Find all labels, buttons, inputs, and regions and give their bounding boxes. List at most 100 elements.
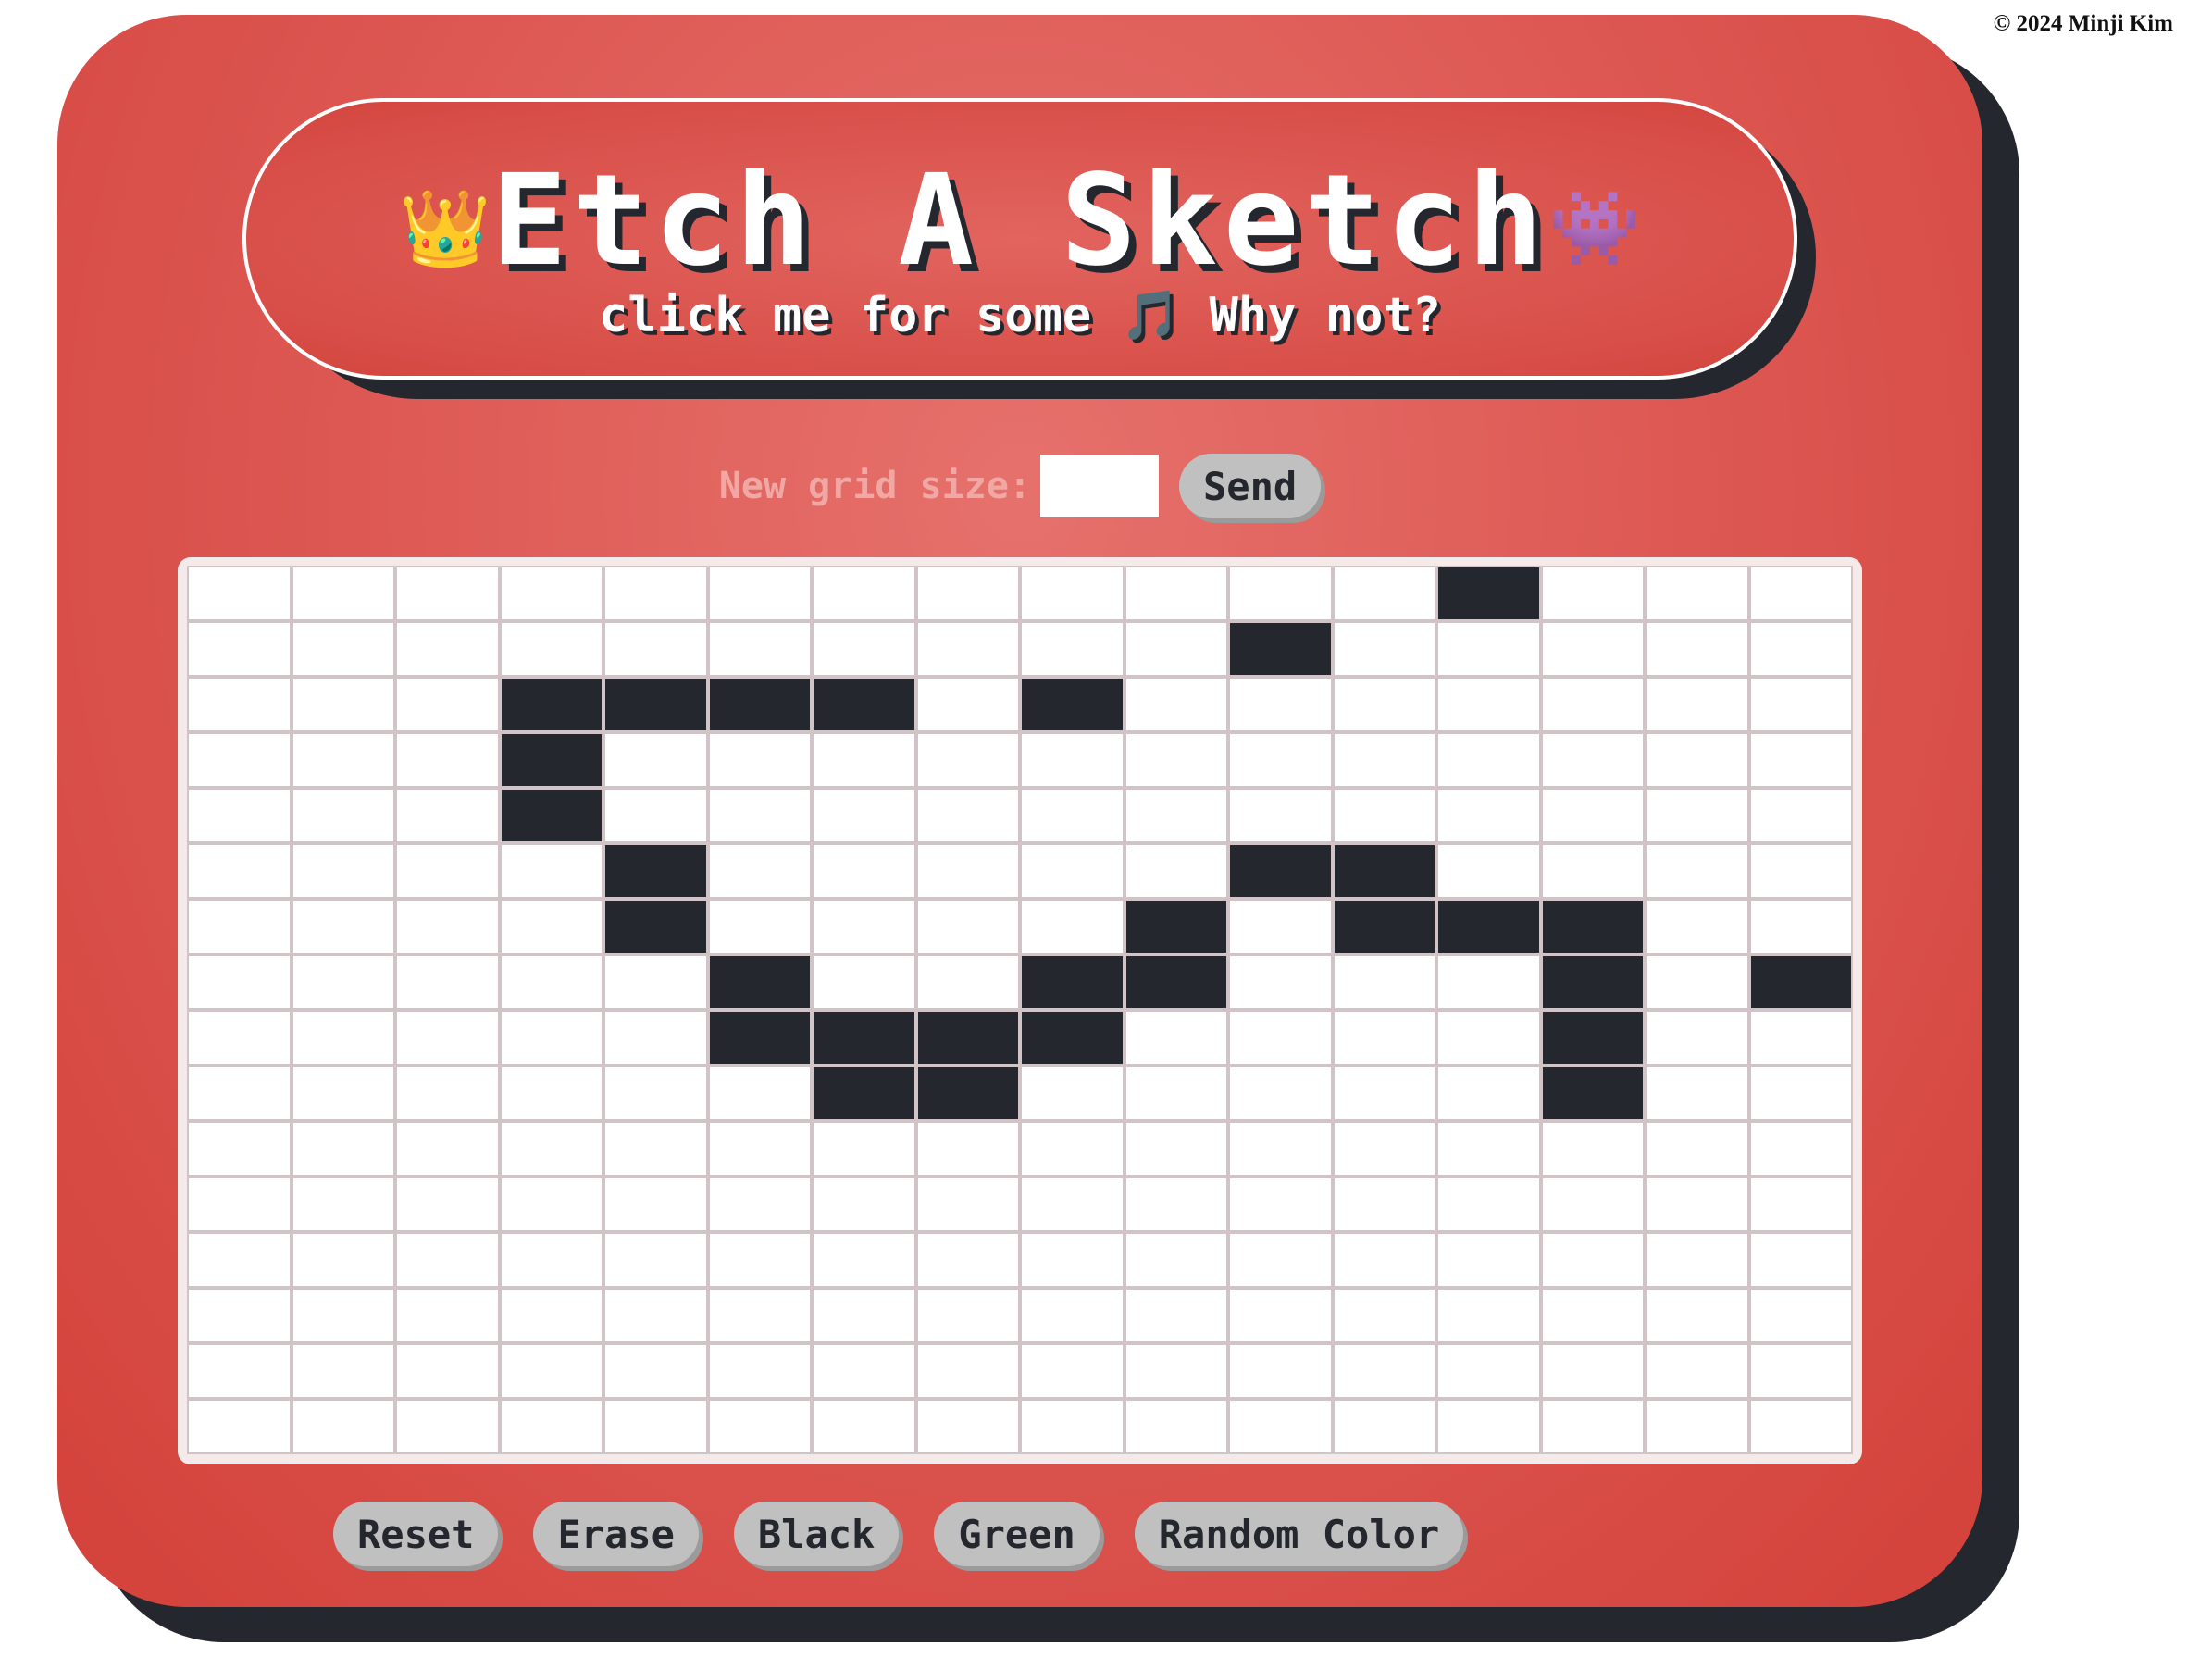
grid-cell[interactable] <box>1022 1401 1123 1452</box>
grid-cell[interactable] <box>397 1345 498 1397</box>
grid-cell[interactable] <box>1647 1067 1747 1119</box>
grid-cell[interactable] <box>1334 1012 1435 1064</box>
grid-cell[interactable] <box>1230 1345 1331 1397</box>
grid-cell[interactable] <box>1750 1123 1851 1175</box>
grid-cell[interactable] <box>1125 790 1226 841</box>
grid-cell[interactable] <box>1022 845 1123 897</box>
grid-cell[interactable] <box>605 1290 706 1341</box>
grid-cell[interactable] <box>501 1123 602 1175</box>
grid-cell[interactable] <box>1750 679 1851 730</box>
grid-cell[interactable] <box>501 1178 602 1230</box>
grid-cell[interactable] <box>397 1401 498 1452</box>
grid-cell[interactable] <box>1125 567 1226 619</box>
grid-cell[interactable] <box>501 623 602 675</box>
grid-cell[interactable] <box>1022 734 1123 786</box>
grid-cell[interactable] <box>501 679 602 730</box>
grid-cell[interactable] <box>189 1067 290 1119</box>
green-button[interactable]: Green <box>934 1502 1100 1566</box>
erase-button[interactable]: Erase <box>533 1502 699 1566</box>
grid-cell[interactable] <box>1438 1345 1539 1397</box>
send-button[interactable]: Send <box>1179 454 1322 518</box>
grid-cell[interactable] <box>709 1290 810 1341</box>
grid-cell[interactable] <box>397 845 498 897</box>
grid-cell[interactable] <box>814 734 914 786</box>
grid-cell[interactable] <box>189 1234 290 1286</box>
grid-cell[interactable] <box>1230 790 1331 841</box>
grid-cell[interactable] <box>1647 845 1747 897</box>
grid-cell[interactable] <box>1750 623 1851 675</box>
grid-cell[interactable] <box>189 679 290 730</box>
grid-cell[interactable] <box>605 1345 706 1397</box>
grid-cell[interactable] <box>1022 1345 1123 1397</box>
grid-cell[interactable] <box>1438 1067 1539 1119</box>
grid-cell[interactable] <box>1230 956 1331 1008</box>
grid-cell[interactable] <box>605 1012 706 1064</box>
grid-cell[interactable] <box>1542 1123 1643 1175</box>
grid-cell[interactable] <box>1230 623 1331 675</box>
grid-cell[interactable] <box>1750 1012 1851 1064</box>
grid-cell[interactable] <box>397 901 498 953</box>
grid-cell[interactable] <box>501 790 602 841</box>
grid-cell[interactable] <box>814 845 914 897</box>
grid-cell[interactable] <box>189 623 290 675</box>
grid-cell[interactable] <box>1022 1178 1123 1230</box>
grid-cell[interactable] <box>1334 623 1435 675</box>
grid-cell[interactable] <box>189 901 290 953</box>
grid-cell[interactable] <box>397 1234 498 1286</box>
grid-cell[interactable] <box>814 567 914 619</box>
grid-cell[interactable] <box>1438 1123 1539 1175</box>
grid-cell[interactable] <box>1230 1012 1331 1064</box>
grid-cell[interactable] <box>1334 1234 1435 1286</box>
grid-cell[interactable] <box>605 1123 706 1175</box>
grid-cell[interactable] <box>501 845 602 897</box>
grid-cell[interactable] <box>709 1345 810 1397</box>
grid-cell[interactable] <box>1750 1067 1851 1119</box>
grid-cell[interactable] <box>1438 790 1539 841</box>
grid-cell[interactable] <box>397 1012 498 1064</box>
grid-cell[interactable] <box>397 623 498 675</box>
grid-cell[interactable] <box>292 734 393 786</box>
grid-cell[interactable] <box>709 1067 810 1119</box>
grid-cell[interactable] <box>605 956 706 1008</box>
grid-cell[interactable] <box>605 1401 706 1452</box>
grid-cell[interactable] <box>917 1401 1018 1452</box>
grid-cell[interactable] <box>1647 679 1747 730</box>
grid-cell[interactable] <box>605 845 706 897</box>
grid-cell[interactable] <box>1647 567 1747 619</box>
grid-cell[interactable] <box>917 1067 1018 1119</box>
grid-cell[interactable] <box>1438 1401 1539 1452</box>
reset-button[interactable]: Reset <box>333 1502 499 1566</box>
grid-cell[interactable] <box>605 567 706 619</box>
grid-cell[interactable] <box>709 790 810 841</box>
grid-cell[interactable] <box>1438 1178 1539 1230</box>
grid-cell[interactable] <box>709 679 810 730</box>
grid-cell[interactable] <box>1542 1067 1643 1119</box>
grid-cell[interactable] <box>1647 1012 1747 1064</box>
grid-cell[interactable] <box>709 567 810 619</box>
grid-cell[interactable] <box>814 1012 914 1064</box>
grid-cell[interactable] <box>709 1178 810 1230</box>
grid-cell[interactable] <box>605 901 706 953</box>
grid-cell[interactable] <box>1125 956 1226 1008</box>
grid-cell[interactable] <box>709 845 810 897</box>
grid-cell[interactable] <box>605 623 706 675</box>
grid-cell[interactable] <box>292 1401 393 1452</box>
title-music-button[interactable]: 👑Etch A Sketch👾 click me for some 🎵 Why … <box>242 98 1797 380</box>
grid-cell[interactable] <box>1647 1123 1747 1175</box>
grid-cell[interactable] <box>1647 1178 1747 1230</box>
grid-cell[interactable] <box>709 623 810 675</box>
grid-cell[interactable] <box>1022 1290 1123 1341</box>
grid-cell[interactable] <box>501 1234 602 1286</box>
grid-cell[interactable] <box>1022 1123 1123 1175</box>
grid-cell[interactable] <box>605 1067 706 1119</box>
grid-cell[interactable] <box>292 845 393 897</box>
grid-cell[interactable] <box>292 1067 393 1119</box>
grid-cell[interactable] <box>709 1401 810 1452</box>
grid-cell[interactable] <box>1438 956 1539 1008</box>
grid-cell[interactable] <box>814 1290 914 1341</box>
black-button[interactable]: Black <box>733 1502 900 1566</box>
grid-cell[interactable] <box>1750 901 1851 953</box>
grid-cell[interactable] <box>1334 845 1435 897</box>
grid-cell[interactable] <box>1334 901 1435 953</box>
grid-cell[interactable] <box>292 1234 393 1286</box>
